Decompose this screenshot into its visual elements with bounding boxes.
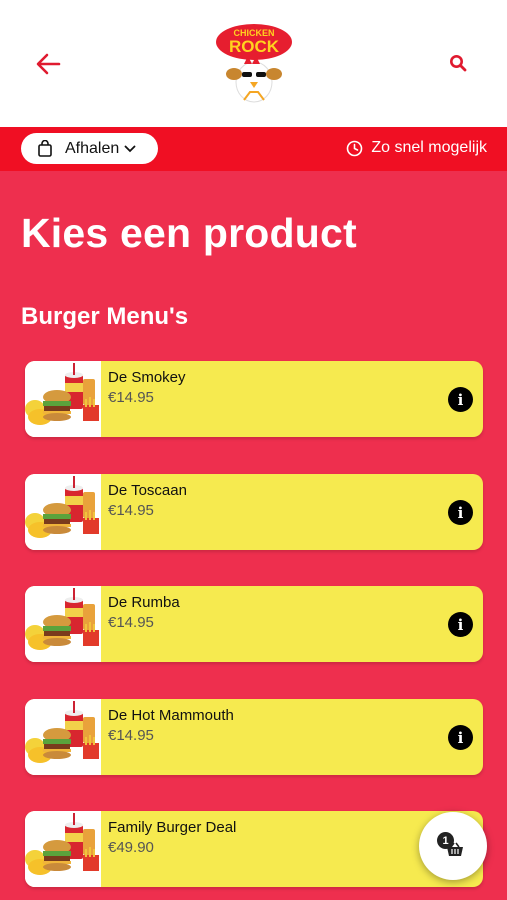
search-icon [450,55,467,72]
info-icon[interactable]: i [448,612,473,637]
chevron-down-icon [124,145,136,152]
section-title: Burger Menu's [21,303,189,330]
product-image [25,811,101,887]
product-price: €14.95 [108,389,154,406]
chicken-rock-logo: CHICKEN ROCK [216,24,292,103]
product-price: €49.90 [108,839,154,856]
top-header: CHICKEN ROCK [0,0,507,127]
product-card[interactable]: De Toscaan €14.95 i [25,474,483,550]
product-image [25,361,101,437]
info-icon[interactable]: i [448,725,473,750]
logo-text-bottom: ROCK [229,37,280,56]
page-title: Kies een product [21,210,357,256]
product-card[interactable]: De Smokey €14.95 i [25,361,483,437]
product-image [25,699,101,775]
order-options-bar: Afhalen Zo snel mogelijk [0,127,507,171]
product-name: De Hot Mammouth [108,707,234,724]
product-name: Family Burger Deal [108,819,237,836]
product-price: €14.95 [108,727,154,744]
product-name: De Toscaan [108,482,187,499]
cart-button[interactable]: 1 [419,812,487,880]
product-card[interactable]: De Rumba €14.95 i [25,586,483,662]
product-price: €14.95 [108,614,154,631]
product-image [25,586,101,662]
search-button[interactable] [443,48,473,78]
order-mode-label: Afhalen [65,139,120,157]
info-icon[interactable]: i [448,387,473,412]
product-card[interactable]: De Hot Mammouth €14.95 i [25,699,483,775]
order-mode-selector[interactable]: Afhalen [21,133,158,164]
pickup-time-label: Zo snel mogelijk [371,139,487,156]
product-name: De Smokey [108,369,186,386]
product-price: €14.95 [108,502,154,519]
product-card[interactable]: Family Burger Deal €49.90 [25,811,483,887]
shopping-bag-icon [38,140,52,157]
product-name: De Rumba [108,594,180,611]
arrow-left-icon [36,53,61,75]
info-icon[interactable]: i [448,500,473,525]
pickup-time-selector[interactable]: Zo snel mogelijk [346,139,487,157]
product-image [25,474,101,550]
basket-icon [447,842,463,856]
clock-icon [347,140,363,156]
back-button[interactable] [30,46,66,82]
